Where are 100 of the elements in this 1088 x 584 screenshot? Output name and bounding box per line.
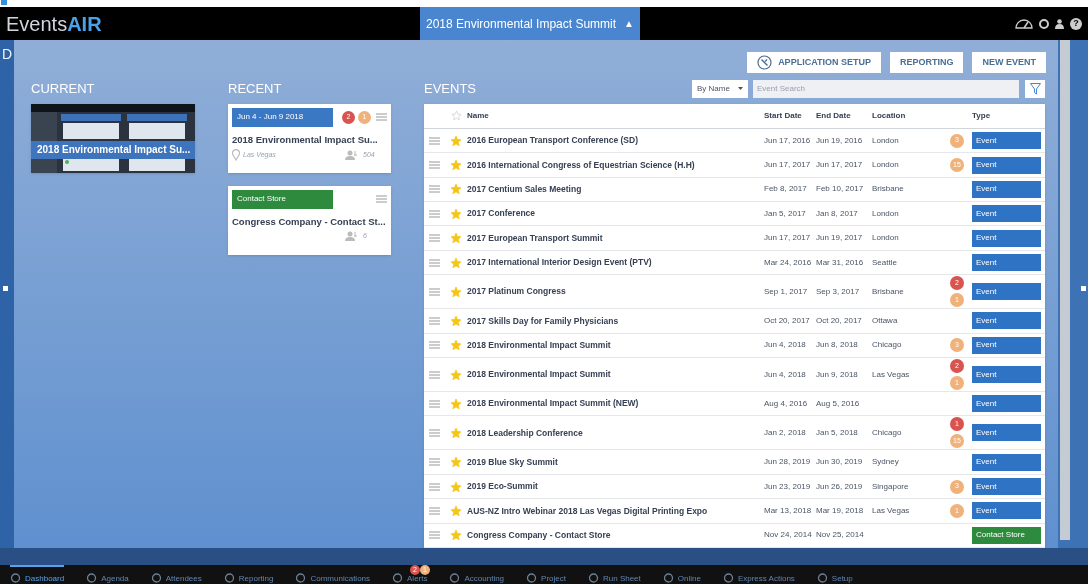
start-date: Sep 1, 2017 xyxy=(764,285,809,298)
caret-icon: ▲ xyxy=(624,16,634,31)
user-icon xyxy=(1055,18,1064,29)
event-location: Chicago xyxy=(872,339,903,352)
end-date: Jun 30, 2019 xyxy=(816,456,864,469)
event-name: Congress Company - Contact Store xyxy=(467,528,612,542)
section-heading: EVENTS xyxy=(424,80,477,99)
event-row[interactable]: 2017 Skills Day for Family Physicians Oct 20, 2017 Oct 20, 2017 Ottawa Event xyxy=(424,309,1045,334)
event-type-label: Event xyxy=(972,395,1041,413)
drag-handle-icon xyxy=(429,506,440,515)
event-name: 2016 International Congress of Equestrian Science (H.H) xyxy=(467,158,696,172)
menu-icon xyxy=(376,113,387,122)
drag-handle-icon xyxy=(429,258,440,267)
drag-handle-icon xyxy=(429,287,440,296)
nav-tab[interactable]: Dashboard xyxy=(10,565,65,584)
event-name: 2017 European Transport Summit xyxy=(467,231,604,245)
search-field[interactable]: Event Search xyxy=(753,79,1019,98)
event-name: 2017 Platinum Congress xyxy=(467,285,567,299)
speedometer-icon xyxy=(1015,18,1033,29)
end-date: Jan 8, 2017 xyxy=(816,207,859,220)
sort-dropdown[interactable]: By Name xyxy=(692,79,748,98)
event-location: Chicago xyxy=(872,426,903,439)
column-header[interactable]: Start Date xyxy=(764,109,816,122)
event-type-label: Event xyxy=(972,453,1041,471)
drag-handle-icon xyxy=(429,136,440,145)
circle-icon xyxy=(526,573,538,583)
nav-tab[interactable]: Reporting xyxy=(223,565,274,584)
event-row[interactable]: 2017 Conference Jan 5, 2017 Jan 8, 2017 London Event xyxy=(424,202,1045,227)
end-date: Jun 19, 2017 xyxy=(816,232,864,245)
circle-icon xyxy=(392,573,404,583)
event-name: 2017 Conference xyxy=(467,207,537,221)
resize-handle[interactable] xyxy=(3,286,8,291)
end-date: Oct 20, 2017 xyxy=(816,314,863,327)
nav-tab[interactable]: Project xyxy=(526,565,566,584)
event-name: 2016 European Transport Conference (SD) xyxy=(467,134,639,147)
drag-handle-icon xyxy=(429,531,440,540)
column-header[interactable]: Type xyxy=(972,109,1044,122)
nav-tab[interactable]: Setup xyxy=(816,565,853,584)
nav-tab[interactable]: Express Actions xyxy=(722,565,795,584)
people-icon xyxy=(345,149,359,160)
nav-tab[interactable]: Online xyxy=(662,565,701,584)
event-selector-tab[interactable]: 2018 Environmental Impact Summit ▲ xyxy=(420,7,640,40)
event-name: 2018 Leadership Conference xyxy=(467,426,584,440)
column-header[interactable]: Location xyxy=(872,109,942,122)
start-date: Mar 13, 2018 xyxy=(764,504,813,517)
toolbar-button[interactable]: NEW EVENT xyxy=(972,51,1046,73)
current-event-card[interactable]: 2018 Environmental Impact Su... xyxy=(31,103,195,173)
section-heading: RECENT xyxy=(228,80,283,99)
event-row[interactable]: 2019 Blue Sky Summit Jun 28, 2019 Jun 30, 2019 Sydney Event xyxy=(424,450,1045,475)
start-date: Jun 17, 2017 xyxy=(764,232,812,245)
column-header[interactable]: Name xyxy=(467,109,764,122)
drag-handle-icon xyxy=(429,209,440,218)
event-type-label: Event xyxy=(972,132,1041,150)
drag-handle-icon xyxy=(429,428,440,437)
end-date: Jun 17, 2017 xyxy=(816,159,864,171)
end-date: Aug 5, 2016 xyxy=(816,397,861,410)
toolbar-button[interactable]: REPORTING xyxy=(889,51,964,73)
drag-handle-icon xyxy=(429,458,440,467)
end-date: Mar 31, 2016 xyxy=(816,256,865,269)
start-date: Feb 8, 2017 xyxy=(764,183,808,196)
nav-tab[interactable]: Run Sheet xyxy=(588,565,641,584)
circle-icon xyxy=(10,573,21,583)
toolbar-button[interactable]: APPLICATION SETUP xyxy=(747,51,881,73)
start-date: Mar 24, 2016 xyxy=(764,256,813,269)
start-date: Jun 28, 2019 xyxy=(764,456,812,469)
event-row[interactable]: 2017 International Interior Design Event (PTV) Mar 24, 2016 Mar 31, 2016 Seattle Event xyxy=(424,250,1045,276)
caret-icon xyxy=(738,87,743,91)
drag-handle-icon xyxy=(429,370,440,379)
nav-tab[interactable]: Agenda xyxy=(86,565,129,584)
event-name: 2017 Skills Day for Family Physicians xyxy=(467,314,620,328)
end-date: Feb 10, 2017 xyxy=(816,183,865,196)
scrollbar[interactable] xyxy=(1060,40,1070,540)
event-row[interactable]: 2018 Environmental Impact Summit (NEW) Aug 4, 2016 Aug 5, 2016 Event xyxy=(424,392,1045,417)
window-icon xyxy=(1,0,7,5)
event-row[interactable]: 2017 European Transport Summit Jun 17, 2017 Jun 19, 2017 London Event xyxy=(424,226,1045,251)
app-logo: EventsAIR xyxy=(5,11,103,37)
event-name: 2018 Environmental Impact Summit xyxy=(467,368,612,381)
resize-handle[interactable] xyxy=(1081,286,1086,291)
event-type-label: Event xyxy=(972,156,1041,174)
nav-tab[interactable]: Accounting xyxy=(449,565,505,584)
filter-icon xyxy=(1029,82,1041,95)
circle-icon xyxy=(86,573,98,583)
end-date: Jun 8, 2018 xyxy=(816,339,859,352)
drag-handle-icon xyxy=(429,234,440,243)
event-row[interactable]: 2017 Centium Sales Meeting Feb 8, 2017 Feb 10, 2017 Brisbane Event xyxy=(424,177,1045,203)
event-location: London xyxy=(872,134,900,147)
filter-button[interactable] xyxy=(1025,79,1045,98)
event-name: AUS-NZ Intro Webinar 2018 Las Vegas Digital Printing Expo xyxy=(467,504,709,518)
event-name: 2018 Environmental Impact Summit (NEW) xyxy=(467,397,640,411)
circle-icon xyxy=(588,573,599,583)
event-location: Las Vegas xyxy=(872,504,911,517)
page-letter: D xyxy=(2,47,13,61)
nav-tab[interactable]: Communications xyxy=(295,565,371,584)
nav-tab[interactable]: Attendees xyxy=(150,565,202,584)
column-header[interactable]: End Date xyxy=(816,109,872,122)
end-date: Jun 9, 2018 xyxy=(816,368,859,381)
help-button[interactable]: ? xyxy=(1070,17,1082,30)
circle-icon xyxy=(662,573,674,583)
event-name: 2017 Centium Sales Meeting xyxy=(467,183,583,196)
event-location: Las Vegas xyxy=(872,368,911,381)
